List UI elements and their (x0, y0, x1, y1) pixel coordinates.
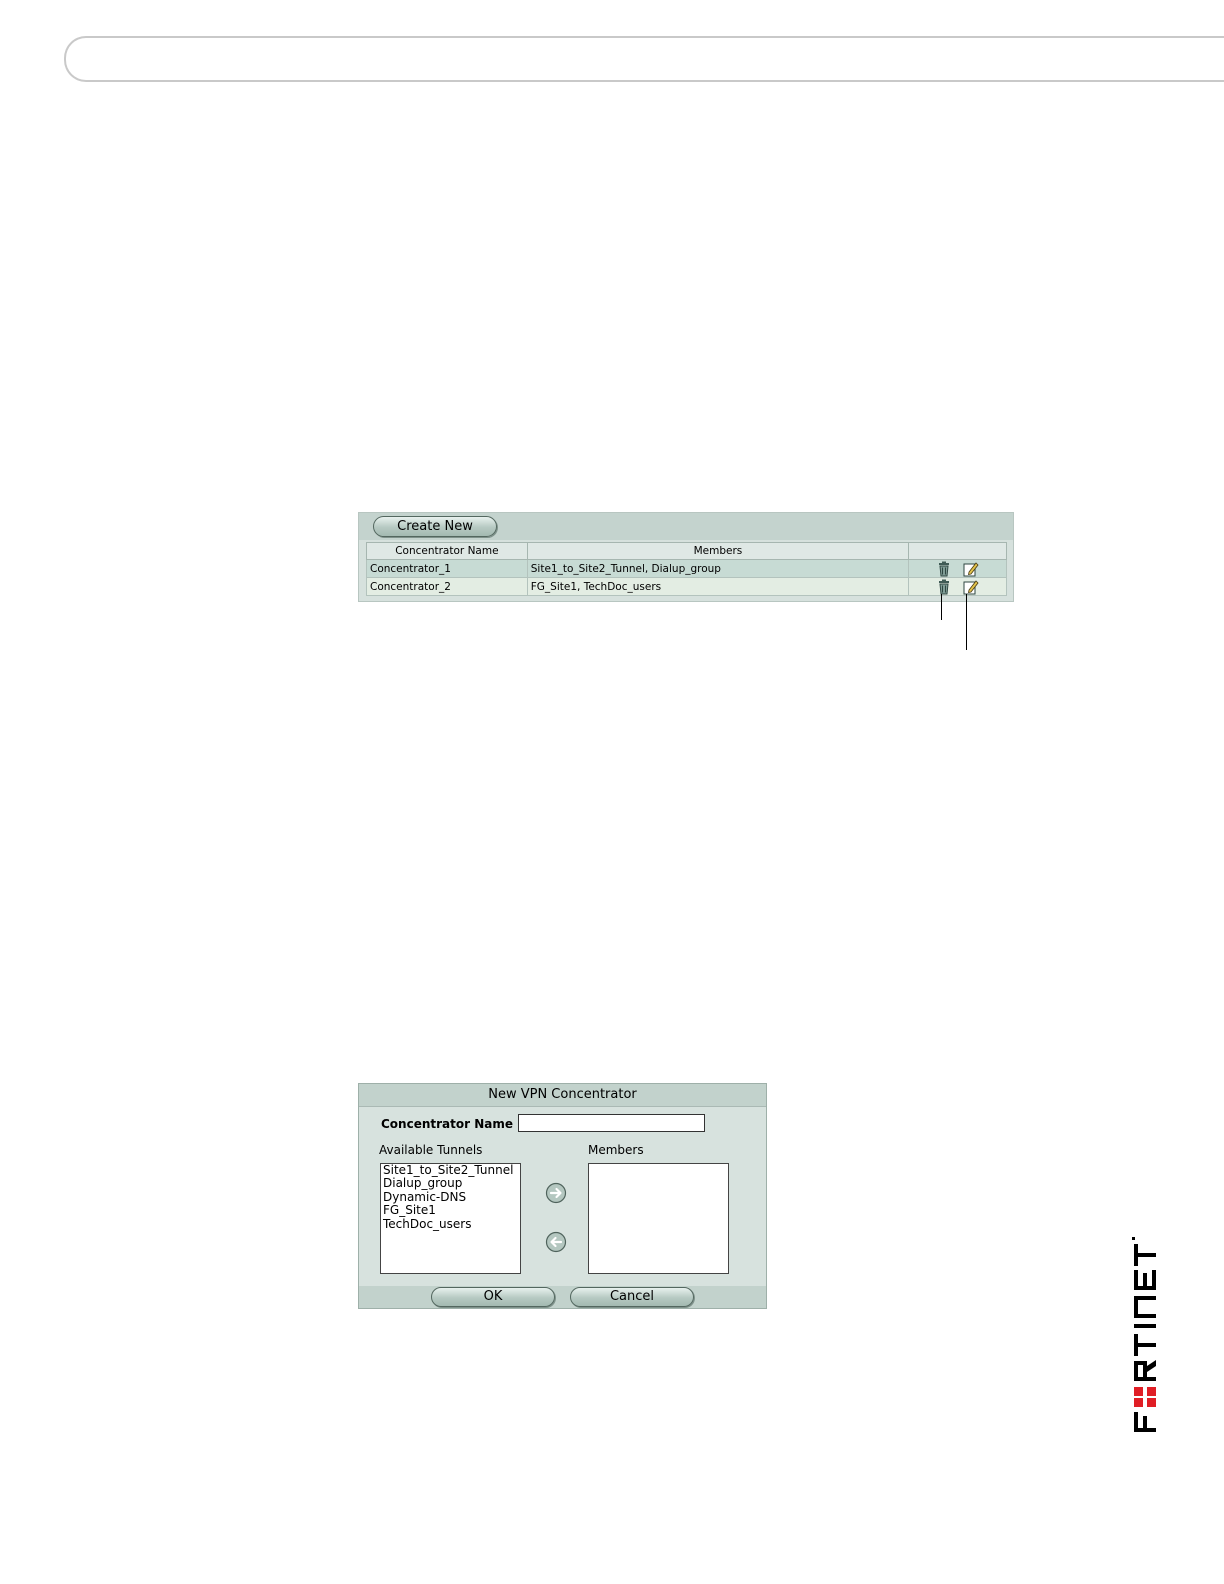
concentrator-name-input[interactable] (518, 1114, 705, 1132)
concentrator-list-panel: Create New Concentrator Name Members Con… (358, 512, 1014, 602)
concentrator-name-cell: Concentrator_2 (366, 577, 528, 596)
list-item[interactable]: TechDoc_users (381, 1217, 520, 1231)
column-header-members[interactable]: Members (526, 542, 910, 560)
new-vpn-concentrator-dialog: New VPN Concentrator Concentrator Name A… (358, 1083, 767, 1309)
available-tunnels-label: Available Tunnels (379, 1143, 483, 1157)
page-header-bar (64, 36, 1224, 82)
concentrator-table: Concentrator Name Members Concentrator_1… (366, 542, 1007, 596)
pencil-icon[interactable] (963, 579, 979, 595)
concentrator-name-label: Concentrator Name (381, 1117, 513, 1131)
members-cell: Site1_to_Site2_Tunnel, Dialup_group (526, 559, 910, 578)
trash-icon[interactable] (936, 561, 952, 577)
table-row: Concentrator_2 FG_Site1, TechDoc_users (366, 577, 1007, 596)
dialog-footer: OK Cancel (359, 1286, 766, 1308)
list-item[interactable]: Dialup_group (381, 1176, 520, 1190)
actions-cell (908, 577, 1007, 596)
actions-cell (908, 559, 1007, 578)
pencil-icon[interactable] (963, 561, 979, 577)
delete-callout-line (941, 594, 942, 620)
available-tunnels-list[interactable]: Site1_to_Site2_Tunnel Dialup_group Dynam… (380, 1163, 521, 1274)
dialog-title: New VPN Concentrator (359, 1084, 766, 1107)
list-item[interactable]: FG_Site1 (381, 1203, 520, 1217)
table-header-row: Concentrator Name Members (366, 542, 1007, 560)
concentrator-name-cell: Concentrator_1 (366, 559, 528, 578)
list-toolbar: Create New (359, 513, 1013, 540)
table-row: Concentrator_1 Site1_to_Site2_Tunnel, Di… (366, 559, 1007, 578)
column-header-name[interactable]: Concentrator Name (366, 542, 528, 560)
members-label: Members (588, 1143, 644, 1157)
cancel-button[interactable]: Cancel (570, 1287, 694, 1307)
list-item[interactable]: Dynamic-DNS (381, 1190, 520, 1204)
members-cell: FG_Site1, TechDoc_users (526, 577, 910, 596)
arrow-left-icon[interactable] (545, 1231, 567, 1253)
members-list[interactable] (588, 1163, 729, 1274)
list-item[interactable]: Site1_to_Site2_Tunnel (381, 1164, 520, 1177)
create-new-button[interactable]: Create New (373, 516, 497, 537)
fortinet-logo (1130, 1196, 1160, 1432)
ok-button[interactable]: OK (431, 1287, 555, 1307)
column-header-actions (908, 542, 1007, 560)
edit-callout-line (966, 594, 967, 650)
arrow-right-icon[interactable] (545, 1182, 567, 1204)
trash-icon[interactable] (936, 579, 952, 595)
